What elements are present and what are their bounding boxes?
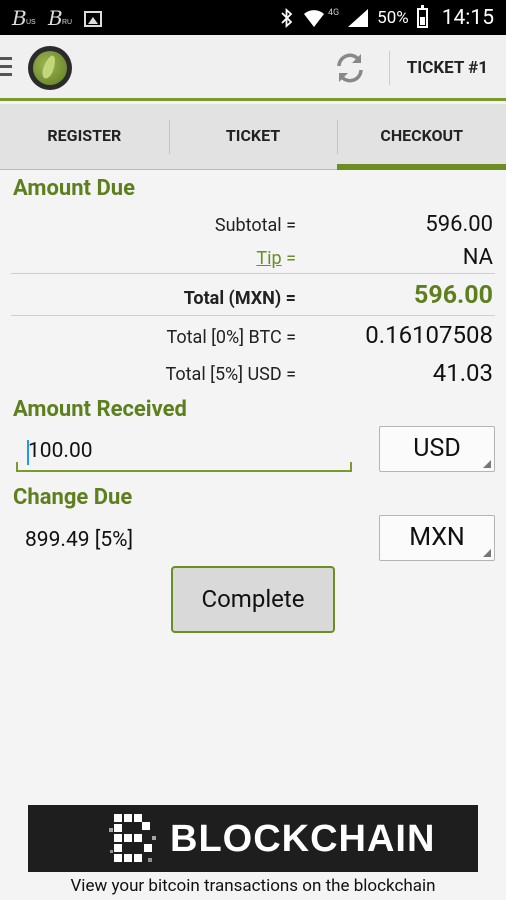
complete-button[interactable]: Complete bbox=[171, 566, 335, 633]
system-icons: 4G 50% 14:15 bbox=[280, 0, 494, 35]
clock: 14:15 bbox=[441, 5, 494, 30]
status-bar: B US B RU 4G 50% 14:15 bbox=[0, 0, 506, 35]
tip-link[interactable]: Tip bbox=[256, 248, 281, 269]
subtotal-value: 596.00 bbox=[425, 212, 493, 237]
bitcoin-ru-notification-icon: B RU bbox=[48, 6, 73, 30]
tip-equals: = bbox=[281, 248, 296, 269]
change-due-heading: Change Due bbox=[13, 485, 133, 510]
bitcoin-us-notification-icon: B US bbox=[12, 6, 36, 30]
hamburger-icon[interactable] bbox=[0, 57, 12, 81]
blockchain-logo-icon bbox=[109, 814, 156, 862]
total-value: 596.00 bbox=[414, 281, 493, 310]
tab-ticket[interactable]: TICKET bbox=[168, 104, 338, 169]
received-currency-spinner[interactable]: USD bbox=[379, 426, 495, 472]
blockchain-banner[interactable]: BLOCKCHAIN bbox=[28, 805, 478, 872]
wifi-icon bbox=[303, 9, 324, 27]
battery-percent: 50% bbox=[377, 7, 409, 28]
total-label: Total (MXN) = bbox=[183, 288, 296, 309]
notification-icons: B US B RU bbox=[12, 6, 102, 30]
tab-checkout[interactable]: CHECKOUT bbox=[337, 104, 506, 170]
subtotal-label: Subtotal = bbox=[214, 215, 296, 236]
blockchain-wordmark: BLOCKCHAIN bbox=[170, 818, 436, 860]
action-bar: TICKET #1 bbox=[0, 35, 506, 101]
usd-total-value: 41.03 bbox=[432, 359, 493, 387]
btc-total-label: Total [0%] BTC = bbox=[166, 327, 297, 348]
banner-caption: View your bitcoin transactions on the bl… bbox=[70, 876, 436, 896]
refresh-icon[interactable] bbox=[333, 51, 367, 85]
amount-received-heading: Amount Received bbox=[13, 397, 187, 422]
action-bar-divider bbox=[389, 51, 390, 85]
change-currency-spinner[interactable]: MXN bbox=[379, 515, 495, 561]
change-due-value: 899.49 [5%] bbox=[25, 528, 134, 552]
app-logo[interactable] bbox=[28, 46, 72, 90]
bluetooth-icon bbox=[281, 7, 293, 28]
battery-icon bbox=[416, 4, 428, 28]
tab-bar: REGISTER TICKET CHECKOUT bbox=[0, 104, 506, 170]
divider bbox=[11, 315, 495, 316]
image-notification-icon bbox=[84, 11, 102, 27]
signal-icon bbox=[348, 8, 369, 27]
tip-label[interactable]: Tip = bbox=[256, 248, 296, 269]
usd-total-label: Total [5%] USD = bbox=[165, 364, 296, 385]
network-type: 4G bbox=[327, 7, 340, 18]
amount-due-heading: Amount Due bbox=[13, 176, 135, 201]
tab-register[interactable]: REGISTER bbox=[0, 104, 169, 169]
amount-received-value[interactable]: 100.00 bbox=[28, 439, 93, 463]
ticket-title[interactable]: TICKET #1 bbox=[407, 58, 488, 78]
tip-value: NA bbox=[462, 245, 493, 270]
amount-received-input[interactable]: 100.00 bbox=[16, 432, 352, 472]
divider bbox=[11, 273, 495, 274]
btc-total-value: 0.16107508 bbox=[365, 321, 493, 349]
